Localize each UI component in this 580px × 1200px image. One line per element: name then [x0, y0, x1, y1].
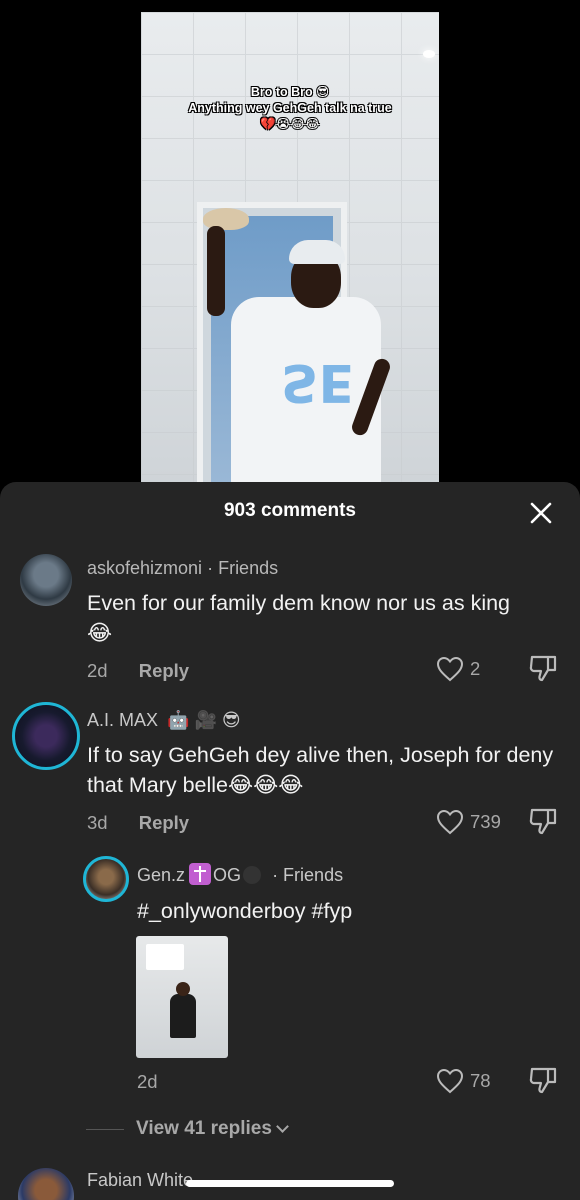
view-replies-button[interactable]: View 41 replies [86, 1118, 289, 1140]
like-count: 78 [470, 1070, 491, 1091]
avatar[interactable] [83, 856, 129, 902]
comments-count-title: 903 comments [223, 500, 356, 521]
comment-username-row: askofehizmoni · Friends [87, 558, 278, 579]
like-button[interactable]: 78 [436, 1068, 491, 1094]
comment-username[interactable]: askofehizmoni [87, 558, 202, 578]
avatar[interactable] [18, 1168, 74, 1200]
divider [86, 1128, 124, 1130]
friends-tag: · Friends [272, 865, 344, 885]
emoji-laugh: 😂😂😂 [228, 773, 304, 797]
heart-icon [436, 1068, 464, 1094]
comment-username-row: A.I. MAX 🤖 🎥 😎 [87, 710, 241, 731]
ceiling-light [423, 50, 435, 58]
heart-icon [436, 809, 464, 835]
like-button[interactable]: 739 [436, 809, 501, 835]
thumbs-down-icon [529, 655, 557, 682]
comment-meta: 2d Reply [87, 660, 189, 682]
home-indicator [186, 1180, 394, 1187]
dislike-button[interactable] [528, 1066, 558, 1099]
close-button[interactable] [528, 500, 554, 526]
jersey-text: SE [281, 352, 354, 412]
like-count: 739 [470, 811, 501, 832]
video-caption: Bro to Bro 😎 Anything wey GehGeh talk na… [188, 85, 392, 131]
comments-sheet: 903 comments askofehizmoni · Friends Eve… [0, 482, 580, 1200]
thumbs-down-icon [529, 1067, 557, 1094]
reply-button[interactable]: Reply [139, 812, 189, 833]
close-icon [530, 502, 552, 524]
comment-meta: 3d Reply [87, 812, 189, 834]
ninja-icon [243, 866, 262, 884]
comment-text: If to say GehGeh dey alive then, Joseph … [87, 743, 554, 797]
avatar[interactable] [20, 554, 72, 606]
emoji-laugh: 😂 [87, 621, 113, 645]
comment-username[interactable]: A.I. MAX [87, 710, 158, 730]
comment-text: #_onlywonderboy #fyp [137, 899, 353, 923]
comment-age: 2d [137, 1071, 158, 1092]
like-count: 2 [470, 658, 481, 679]
comment-username[interactable]: Gen.z OG [137, 863, 262, 885]
dislike-button[interactable] [528, 807, 558, 840]
heart-icon [436, 656, 464, 682]
username-emoji-badges: 🤖 🎥 😎 [167, 710, 241, 730]
thumbs-down-icon [529, 808, 557, 835]
reply-button[interactable]: Reply [139, 660, 189, 681]
video-player[interactable]: SE Bro to Bro 😎 Anything wey GehGeh talk… [141, 12, 439, 482]
avatar[interactable] [12, 702, 80, 770]
cross-icon [189, 863, 212, 885]
like-button[interactable]: 2 [436, 656, 480, 682]
dislike-button[interactable] [528, 654, 558, 687]
comment-text: Even for our family dem know nor us as k… [87, 591, 511, 645]
comment-username[interactable]: Fabian White [87, 1170, 193, 1191]
comment-age: 3d [87, 812, 108, 833]
chevron-down-icon [276, 1120, 289, 1133]
friends-tag: · Friends [207, 558, 279, 578]
comment-username-row: Gen.z OG · Friends [137, 863, 343, 886]
video-reply-thumbnail[interactable] [136, 936, 228, 1058]
comment-age: 2d [87, 660, 108, 681]
